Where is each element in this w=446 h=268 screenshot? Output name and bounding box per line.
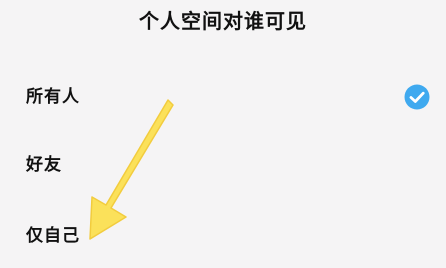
option-friends[interactable]: 好友 <box>0 143 446 187</box>
option-everyone[interactable]: 所有人 <box>0 75 446 119</box>
check-circle-icon <box>404 84 430 110</box>
page-title: 个人空间对谁可见 <box>139 9 307 33</box>
option-only-me[interactable]: 仅自己 <box>0 214 446 258</box>
option-friends-label: 好友 <box>26 155 62 175</box>
option-everyone-label: 所有人 <box>26 87 80 107</box>
option-only-me-label: 仅自己 <box>26 226 80 246</box>
